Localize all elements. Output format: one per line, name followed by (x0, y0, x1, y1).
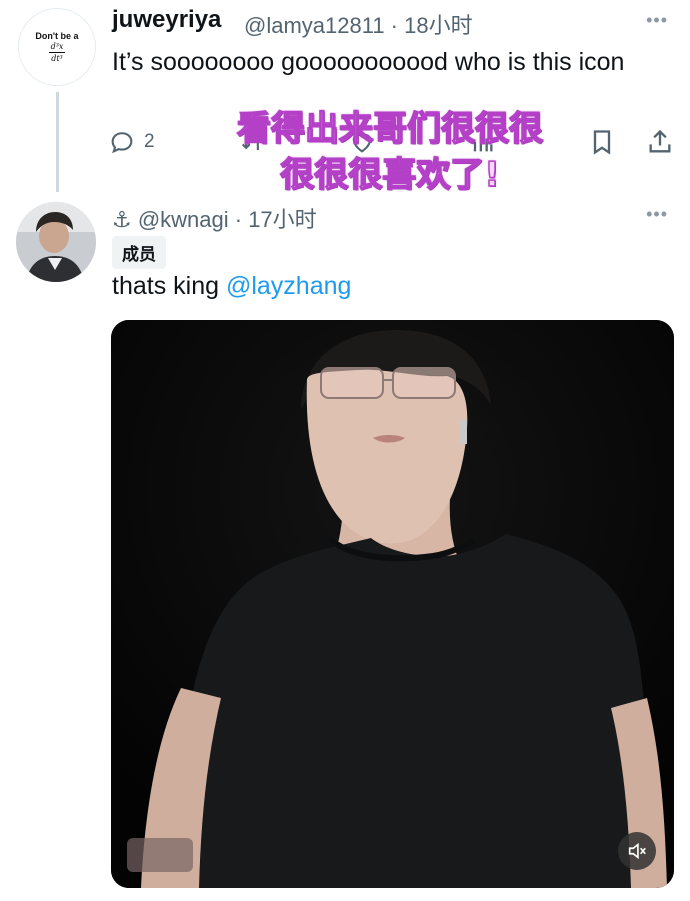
video-player[interactable] (111, 320, 674, 888)
more-options-button[interactable]: ••• (646, 204, 668, 225)
overlay-caption: 看得出来哥们很很很 很很很喜欢了! (180, 106, 600, 198)
reply-count: 2 (144, 131, 155, 152)
overlay-caption-line1: 看得出来哥们很很很 (236, 108, 544, 150)
avatar-denominator: dt³ (51, 54, 63, 63)
reply-text-body: thats king (112, 272, 226, 300)
member-badge: 成员 (112, 236, 166, 269)
handle-and-time[interactable]: ⚓ @kwnagi · 17小时 (112, 202, 317, 234)
mute-icon (628, 842, 646, 860)
avatar-text: Don't be a (35, 31, 79, 41)
reply-button[interactable]: 2 (108, 128, 155, 156)
reply-text: thats king @layzhang (112, 272, 351, 301)
share-button[interactable] (646, 128, 674, 156)
share-icon (649, 129, 671, 153)
thread-connector (56, 92, 59, 192)
more-options-button[interactable]: ••• (646, 10, 668, 31)
reply-text: It’s soooooooo gooooooooood who is this … (112, 48, 625, 76)
display-name[interactable]: juweyriya (112, 6, 221, 34)
avatar[interactable] (16, 202, 96, 282)
duration-badge (127, 838, 193, 872)
mention-link[interactable]: @layzhang (226, 272, 351, 300)
avatar[interactable]: Don't be a d³x dt³ (18, 8, 96, 86)
avatar-fraction: d³x dt³ (49, 42, 65, 63)
avatar-photo (16, 202, 96, 282)
handle-and-time[interactable]: @lamya12811 · 18小时 (244, 8, 473, 40)
mute-button[interactable] (618, 832, 656, 870)
video-frame (111, 320, 674, 888)
overlay-caption-line2: 很很很喜欢了! (279, 154, 500, 196)
avatar-numerator: d³x (50, 42, 64, 51)
reply-icon (111, 132, 133, 154)
